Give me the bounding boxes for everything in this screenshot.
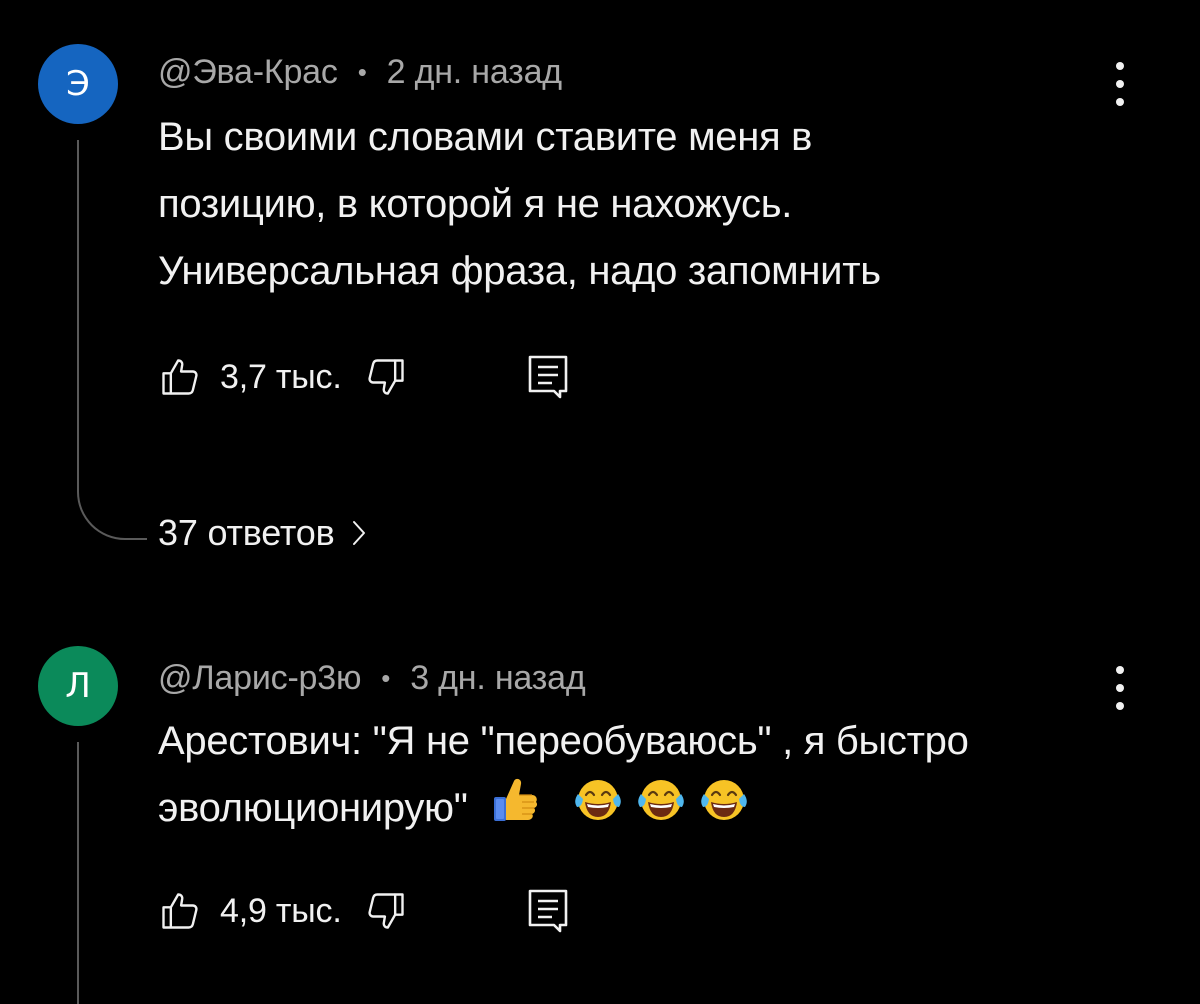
comment-line-with-emoji: эволюционирую": [158, 775, 1118, 846]
avatar-letter: Л: [65, 666, 91, 706]
comment-time: 3 дн. назад: [410, 658, 586, 697]
chevron-right-icon: [351, 519, 367, 547]
like-button[interactable]: [158, 889, 202, 933]
comment-line: эволюционирую": [158, 786, 468, 831]
comment-actions: 4,9 тыс.: [158, 886, 570, 936]
comment-line: позицию, в которой я не нахожусь.: [158, 182, 793, 226]
dislike-button[interactable]: [364, 889, 408, 933]
comment-line: Универсальная фраза, надо запомнить: [158, 249, 881, 293]
comment-text: Арестович: "Я не "переобуваюсь" , я быст…: [158, 708, 1118, 846]
meta-separator: •: [357, 56, 367, 87]
replies-count: 37 ответов: [158, 512, 335, 553]
avatar-letter: Э: [66, 64, 90, 104]
author-name[interactable]: @Эва-Крас: [158, 53, 338, 92]
thumbs-up-icon: [162, 359, 198, 395]
tears-of-joy-emoji-icon: [636, 777, 686, 844]
like-count: 4,9 тыс.: [220, 891, 342, 930]
thumbs-up-icon: [162, 893, 198, 929]
comment-actions: 3,7 тыс.: [158, 352, 570, 402]
like-count: 3,7 тыс.: [220, 357, 342, 396]
reply-icon: [528, 889, 567, 933]
dislike-button[interactable]: [364, 355, 408, 399]
reply-button[interactable]: [526, 353, 570, 401]
author-name[interactable]: @Ларис-р3ю: [158, 659, 361, 698]
thread-line: [77, 140, 79, 485]
thread-curve: [77, 484, 147, 540]
comment-text: Вы своими словами ставите меня в позицию…: [158, 104, 1118, 305]
thumbs-up-emoji-icon: [492, 775, 538, 846]
more-options-icon[interactable]: [1108, 666, 1132, 710]
thumbs-down-icon: [367, 893, 404, 929]
meta-separator: •: [381, 662, 391, 693]
thread-line: [77, 742, 79, 1004]
avatar[interactable]: Э: [38, 44, 118, 124]
thumbs-down-icon: [367, 359, 404, 395]
tears-of-joy-emoji-icon: [573, 777, 623, 844]
replies-link[interactable]: 37 ответов: [158, 508, 367, 558]
comment-line: Арестович: "Я не "переобуваюсь" , я быст…: [158, 719, 969, 763]
comment-meta: @Эва-Крас • 2 дн. назад: [158, 50, 562, 94]
tears-of-joy-emoji-icon: [699, 777, 749, 844]
comment-meta: @Ларис-р3ю • 3 дн. назад: [158, 656, 586, 700]
avatar[interactable]: Л: [38, 646, 118, 726]
like-button[interactable]: [158, 355, 202, 399]
more-options-icon[interactable]: [1108, 62, 1132, 106]
reply-icon: [528, 355, 567, 399]
comment-line: Вы своими словами ставите меня в: [158, 115, 813, 159]
reply-button[interactable]: [526, 887, 570, 935]
comment-time: 2 дн. назад: [386, 52, 563, 91]
